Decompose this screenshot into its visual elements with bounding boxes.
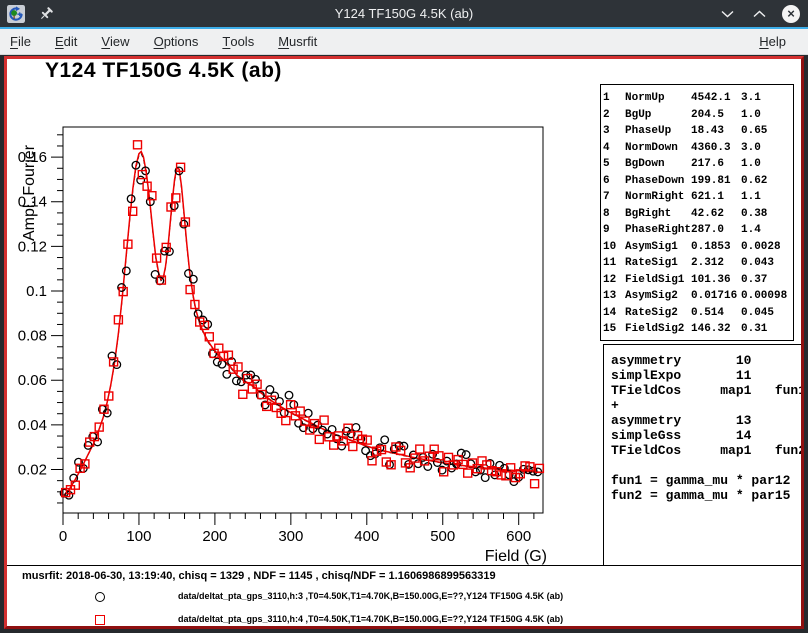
- fit-curve-black-dashed: [63, 153, 543, 496]
- menu-file[interactable]: File: [0, 29, 43, 54]
- chevron-down-icon: [721, 10, 734, 18]
- fit-parameter-row: 1NormUp4542.13.1: [603, 90, 793, 107]
- info-pad-separator: [7, 565, 801, 566]
- svg-text:300: 300: [278, 528, 303, 545]
- menu-view[interactable]: View: [89, 29, 141, 54]
- fit-parameter-row: 5BgDown217.61.0: [603, 156, 793, 173]
- fit-parameter-row: 9PhaseRight287.01.4: [603, 222, 793, 239]
- open-circle-icon: [95, 592, 105, 602]
- chevron-up-icon: [753, 10, 766, 18]
- svg-text:0.02: 0.02: [18, 461, 47, 478]
- open-square-icon: [95, 615, 105, 625]
- legend-label: data/deltat_pta_gps_3110,h:4 ,T0=4.50K,T…: [178, 614, 563, 624]
- close-icon: ×: [782, 5, 800, 23]
- fit-parameter-row: 4NormDown4360.33.0: [603, 140, 793, 157]
- x-axis: 0 100 200 300 400 500 600 Field (G): [59, 513, 547, 565]
- fit-parameter-row: 8BgRight42.620.38: [603, 206, 793, 223]
- plot-frame: [63, 127, 543, 513]
- legend-row[interactable]: data/deltat_pta_gps_3110,h:4 ,T0=4.50K,T…: [7, 613, 801, 627]
- menu-help[interactable]: Help: [749, 29, 798, 54]
- fit-parameter-row: 2BgUp204.51.0: [603, 107, 793, 124]
- fit-parameter-row: 13AsymSig20.017160.00098: [603, 288, 793, 305]
- fit-parameter-row: 15FieldSig2146.320.31: [603, 321, 793, 338]
- theory-box[interactable]: asymmetry 10 simplExpo 11 TFieldCos map1…: [603, 344, 801, 566]
- maximize-button[interactable]: [750, 5, 768, 23]
- fit-parameter-row: 7NormRight621.11.1: [603, 189, 793, 206]
- legend-label: data/deltat_pta_gps_3110,h:3 ,T0=4.50K,T…: [178, 591, 563, 601]
- titlebar[interactable]: Y124 TF150G 4.5K (ab) ×: [0, 0, 808, 27]
- menu-tools[interactable]: Tools: [210, 29, 266, 54]
- svg-text:0.1: 0.1: [26, 283, 47, 300]
- series-squares: [62, 141, 544, 497]
- fit-parameter-row: 11RateSig12.3120.043: [603, 255, 793, 272]
- y-axis: 0.020.040.060.080.10.120.140.16Ampl. Fou…: [18, 135, 63, 503]
- svg-text:0.06: 0.06: [18, 372, 47, 389]
- fit-curve-red-solid: [63, 152, 543, 497]
- window-title: Y124 TF150G 4.5K (ab): [0, 6, 808, 21]
- fit-parameter-row: 3PhaseUp18.430.65: [603, 123, 793, 140]
- svg-text:Field (G): Field (G): [485, 548, 547, 565]
- minimize-button[interactable]: [718, 5, 736, 23]
- svg-text:500: 500: [430, 528, 455, 545]
- menu-edit[interactable]: Edit: [43, 29, 89, 54]
- svg-text:200: 200: [202, 528, 227, 545]
- fit-parameters-box[interactable]: 1NormUp4542.13.12BgUp204.51.03PhaseUp18.…: [600, 84, 794, 341]
- svg-text:100: 100: [126, 528, 151, 545]
- menubar: FileEditViewOptionsToolsMusrfit Help: [0, 29, 808, 55]
- svg-text:Ampl. Fourier: Ampl. Fourier: [21, 144, 38, 241]
- fit-parameter-row: 14RateSig20.5140.045: [603, 305, 793, 322]
- series-circles: [60, 161, 541, 499]
- svg-text:0: 0: [59, 528, 67, 545]
- theory-text: asymmetry 10 simplExpo 11 TFieldCos map1…: [611, 353, 801, 503]
- svg-text:0.04: 0.04: [18, 417, 47, 434]
- close-button[interactable]: ×: [782, 5, 800, 23]
- menu-musrfit[interactable]: Musrfit: [266, 29, 329, 54]
- svg-text:400: 400: [354, 528, 379, 545]
- fit-parameter-row: 12FieldSig1101.360.37: [603, 272, 793, 289]
- fit-info-line: musrfit: 2018-06-30, 13:19:40, chisq = 1…: [22, 570, 496, 582]
- root-canvas[interactable]: Y124 TF150G 4.5K (ab) 010020030040050060…: [4, 56, 804, 629]
- fit-parameter-row: 10AsymSig10.18530.0028: [603, 239, 793, 256]
- svg-text:600: 600: [506, 528, 531, 545]
- pin-icon[interactable]: [38, 6, 54, 22]
- legend-row[interactable]: data/deltat_pta_gps_3110,h:3 ,T0=4.50K,T…: [7, 590, 801, 604]
- root-app-icon: [7, 5, 25, 23]
- svg-text:0.08: 0.08: [18, 328, 47, 345]
- fit-parameter-row: 6PhaseDown199.810.62: [603, 173, 793, 190]
- menu-options[interactable]: Options: [142, 29, 211, 54]
